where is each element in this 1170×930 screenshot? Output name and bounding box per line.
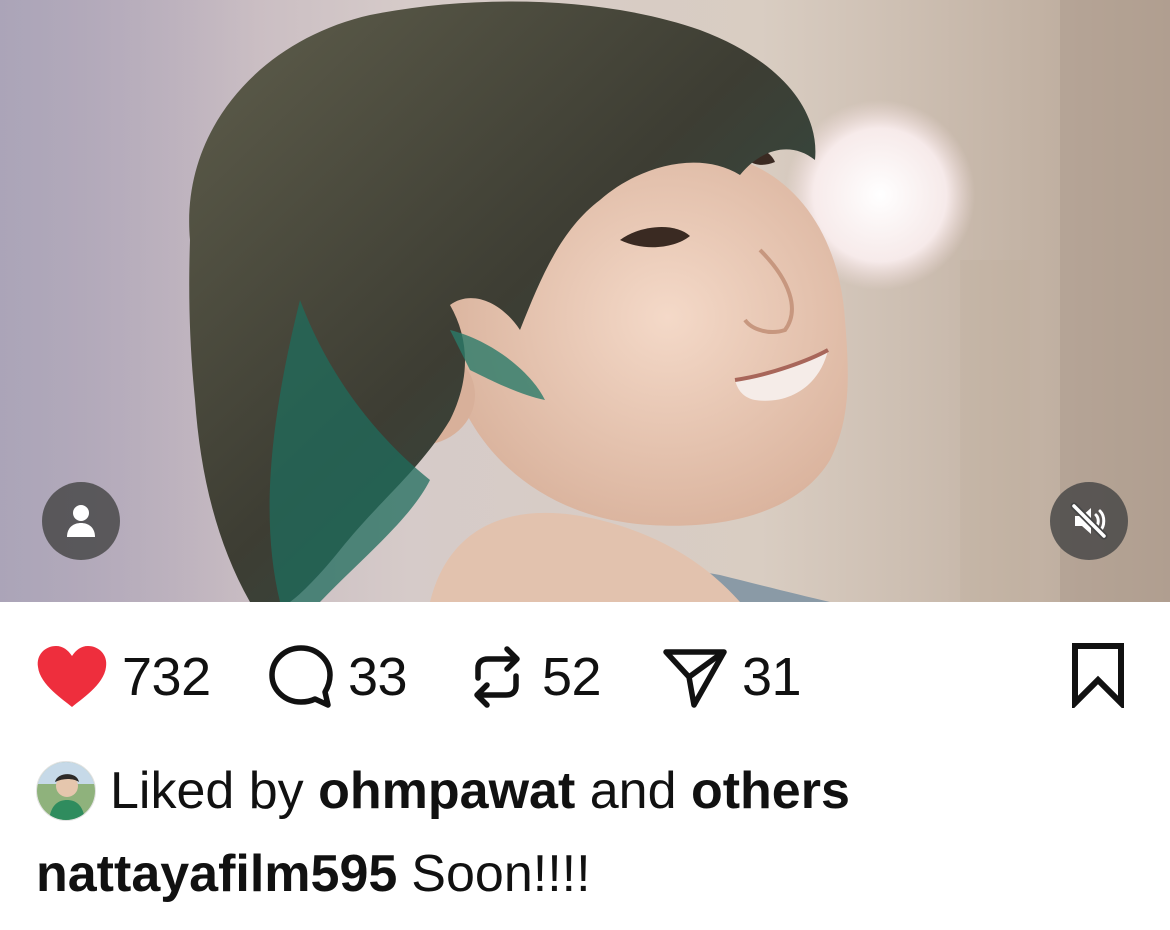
liked-by-prefix: Liked by [110,762,304,820]
post-photo [0,0,1170,602]
avatar[interactable] [36,761,96,821]
share-button[interactable]: 31 [662,642,802,712]
liked-by-row[interactable]: Liked by ohmpawat and others [36,758,850,824]
paper-plane-icon [663,649,727,708]
caption-text: Soon!!!! [411,845,591,903]
post-action-bar: 732 33 52 31 [0,602,1170,752]
comment-count: 33 [348,647,408,707]
heart-filled-icon [37,646,107,707]
mute-toggle-button[interactable] [1050,482,1128,560]
liked-by-joiner: and [589,762,677,820]
caption-username-link[interactable]: nattayafilm595 [36,844,397,904]
tagged-people-button[interactable] [42,482,120,560]
like-count: 732 [122,647,211,707]
bookmark-button[interactable] [1066,642,1130,713]
post-media[interactable] [0,0,1170,602]
repost-count: 52 [542,647,602,707]
liked-by-user-link[interactable]: ohmpawat [318,761,575,821]
bookmark-icon [1072,643,1124,711]
repost-button[interactable]: 52 [466,642,602,712]
avatar-photo [37,762,95,820]
person-icon [67,505,95,537]
speaker-muted-icon [1070,502,1108,540]
post-caption: nattayafilm595 Soon!!!! [36,842,591,906]
comment-button[interactable]: 33 [268,642,408,712]
liked-by-others-link[interactable]: others [691,761,850,821]
share-count: 31 [742,647,802,707]
like-button[interactable]: 732 [36,642,211,712]
repost-arrows-icon [474,646,520,708]
speech-bubble-icon [269,645,333,708]
